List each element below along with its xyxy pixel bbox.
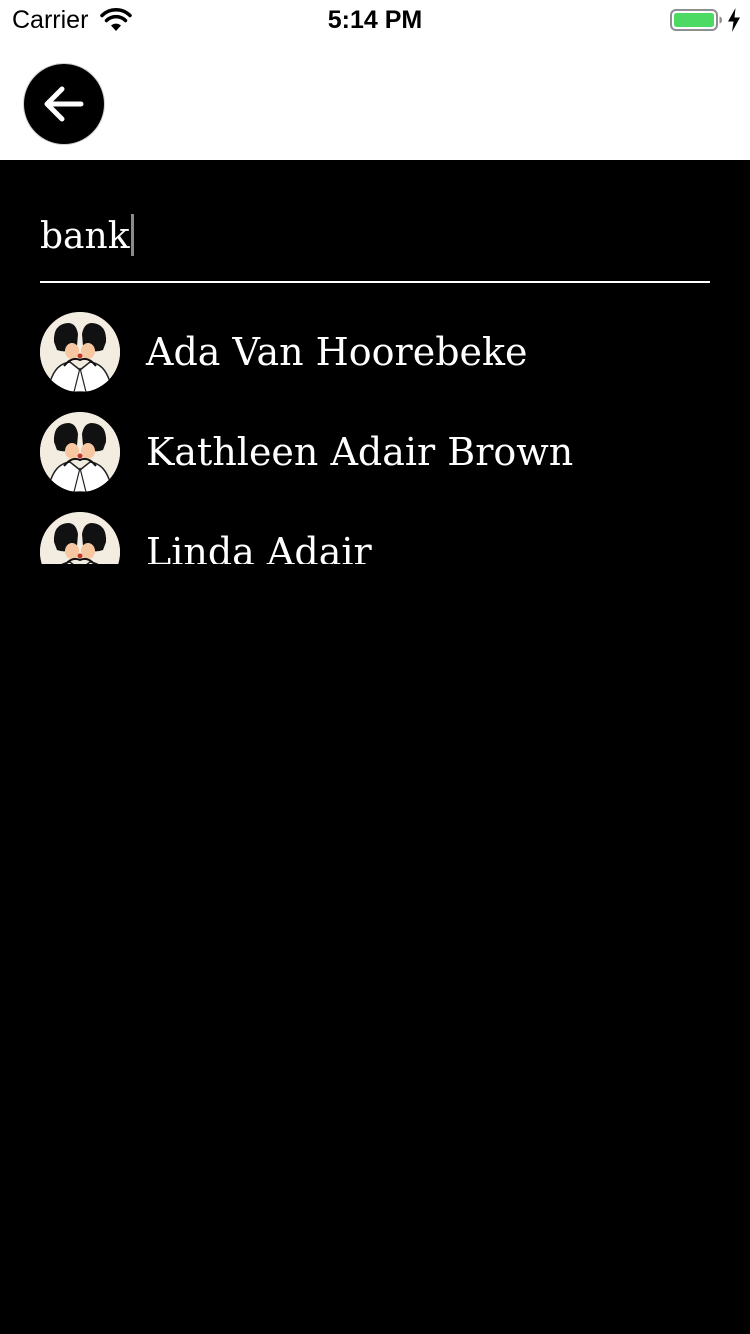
battery-icon — [670, 9, 722, 31]
screen: Carrier 5:14 PM bank Ada Van Hoorebeke K… — [0, 0, 750, 1334]
avatar-image — [40, 512, 120, 564]
search-input[interactable]: bank — [40, 213, 134, 261]
text-caret — [130, 214, 134, 256]
results-list: Ada Van Hoorebeke Kathleen Adair Brown L… — [0, 310, 750, 564]
status-bar: Carrier 5:14 PM — [0, 0, 750, 40]
avatar — [40, 512, 120, 564]
arrow-left-icon — [44, 86, 84, 122]
list-item[interactable]: Linda Adair — [40, 510, 710, 564]
avatar-image — [40, 312, 120, 392]
search-query-text: bank — [40, 216, 130, 257]
list-item[interactable]: Ada Van Hoorebeke — [40, 310, 710, 394]
avatar-image — [40, 412, 120, 492]
back-button[interactable] — [24, 64, 104, 144]
header-bar: Carrier 5:14 PM — [0, 0, 750, 160]
result-name: Kathleen Adair Brown — [146, 430, 574, 474]
list-item[interactable]: Kathleen Adair Brown — [40, 410, 710, 494]
result-name: Linda Adair — [146, 530, 372, 564]
result-name: Ada Van Hoorebeke — [146, 330, 528, 374]
avatar — [40, 312, 120, 392]
status-time: 5:14 PM — [327, 6, 423, 34]
charging-bolt-icon — [728, 8, 740, 32]
avatar — [40, 412, 120, 492]
search-field[interactable]: bank — [40, 195, 710, 283]
